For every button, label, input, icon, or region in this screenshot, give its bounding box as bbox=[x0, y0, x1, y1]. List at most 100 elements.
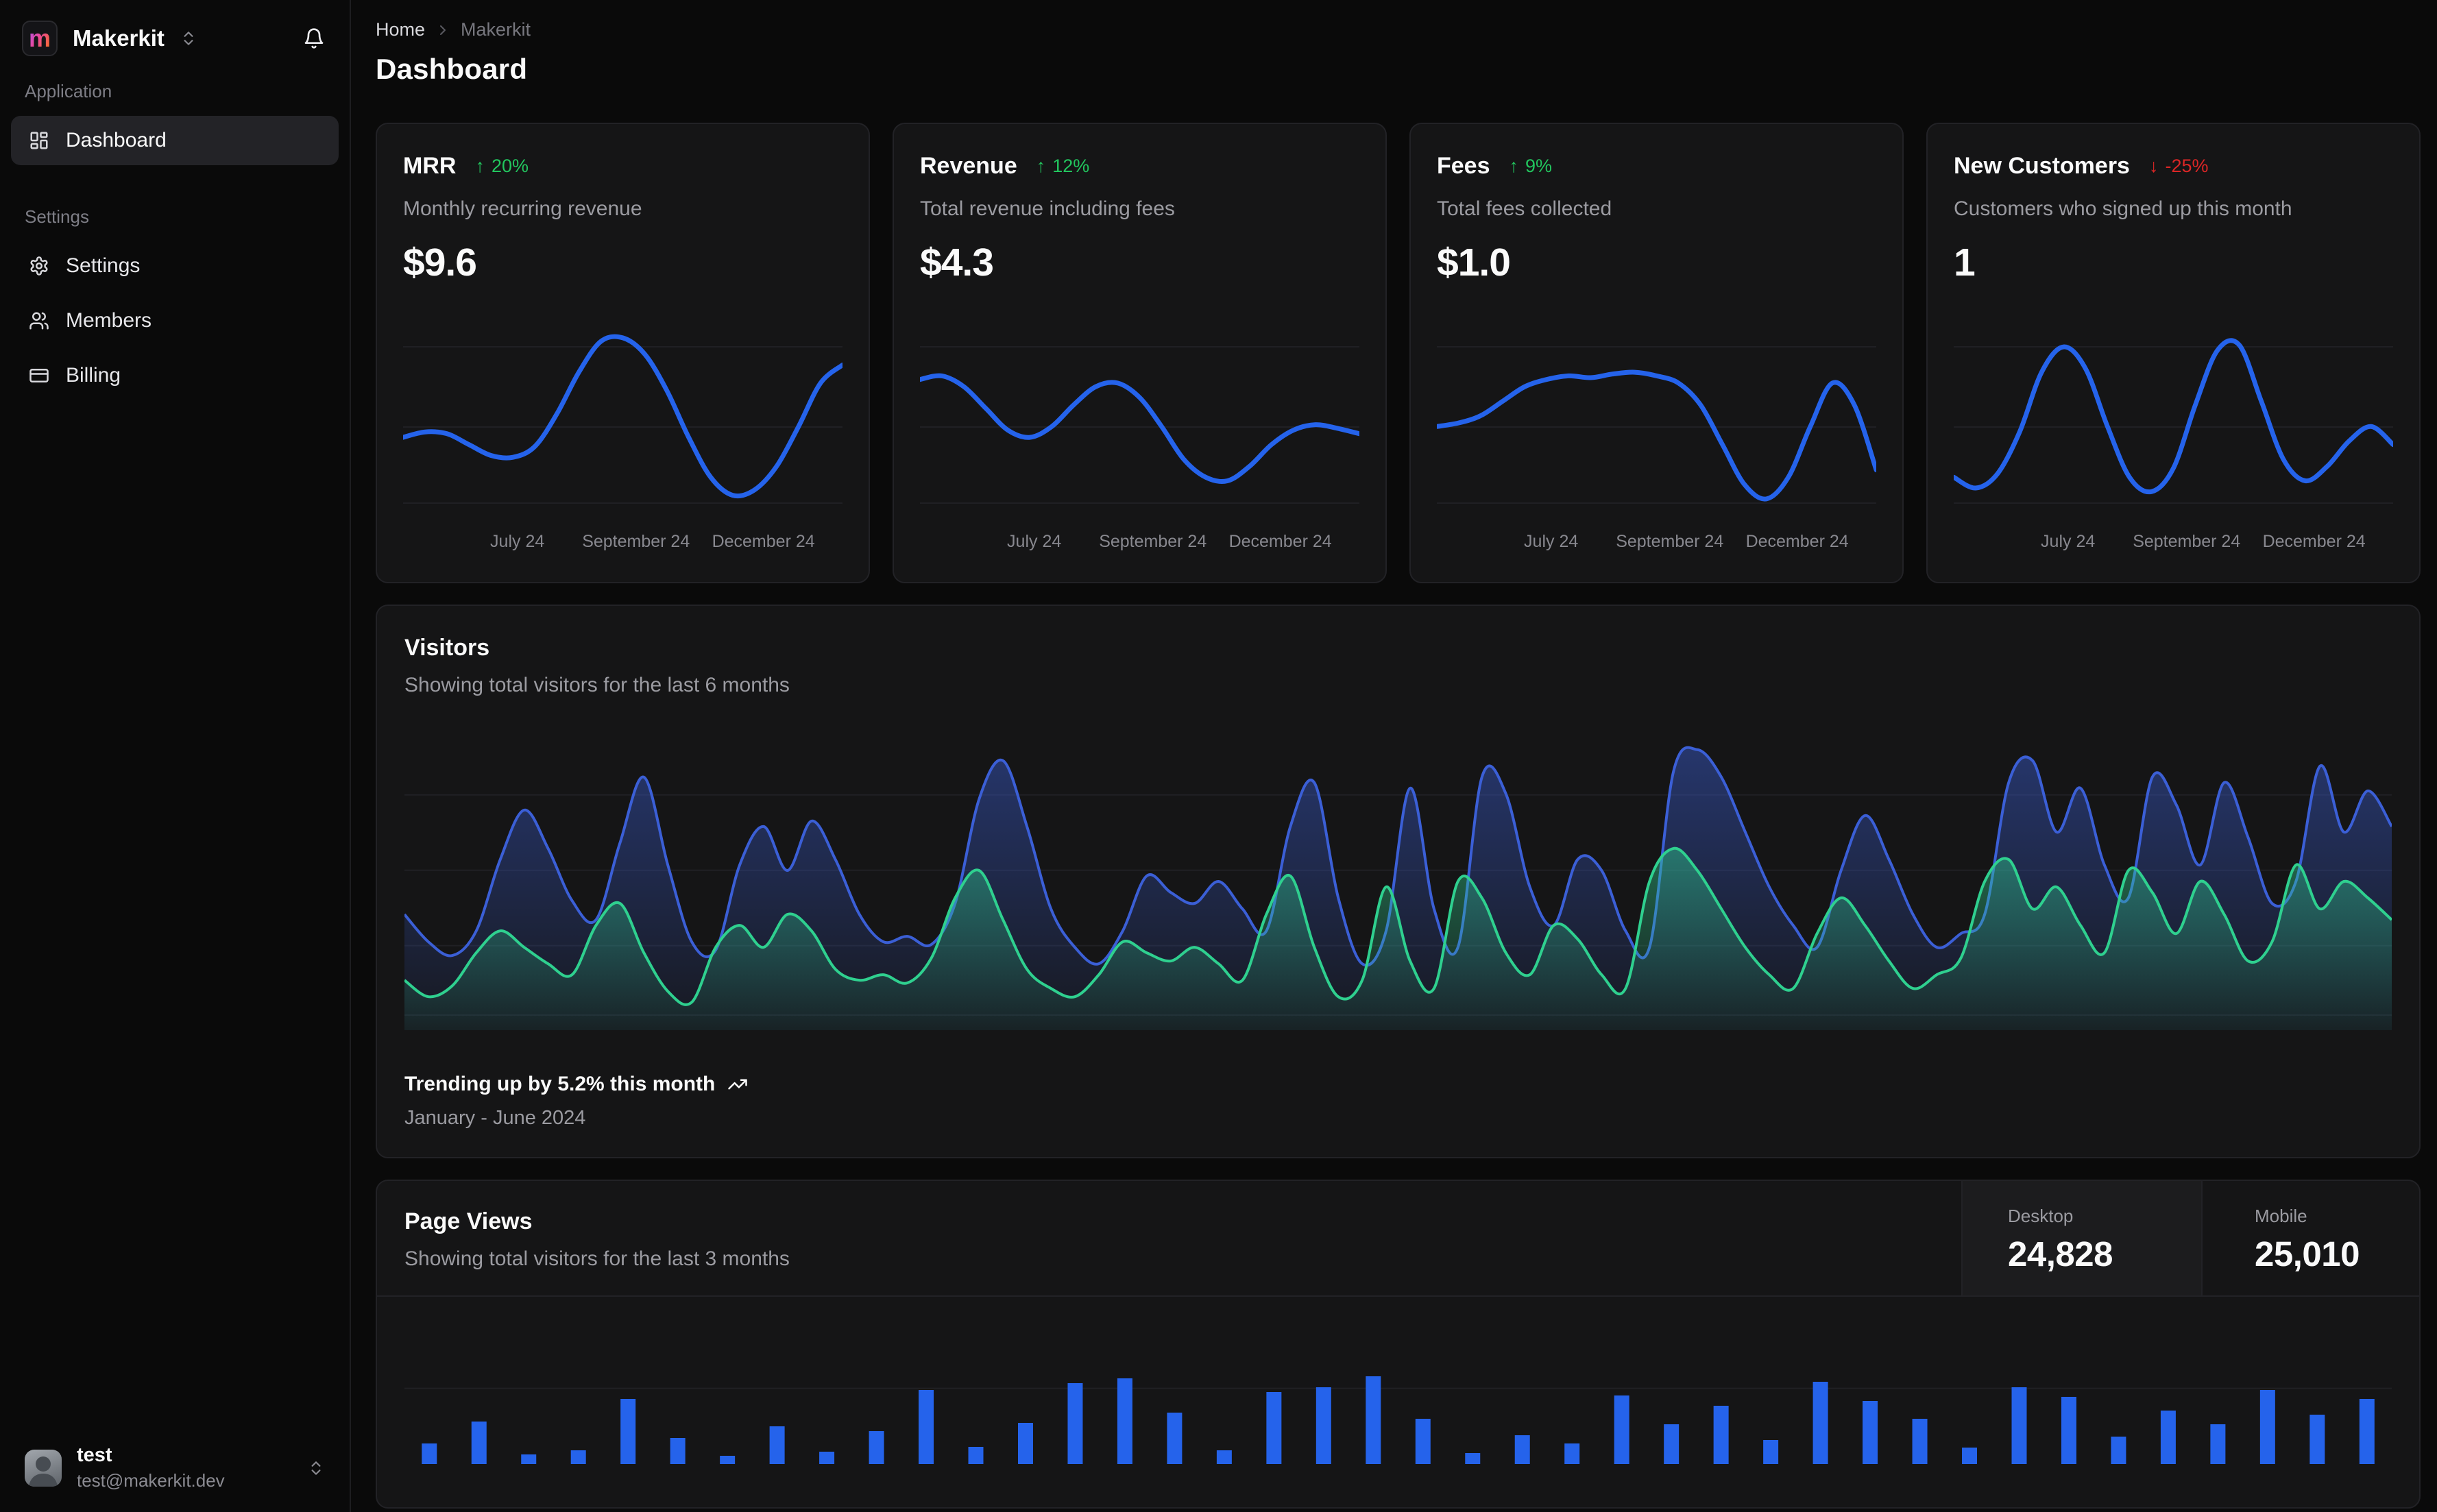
breadcrumb-current: Makerkit bbox=[461, 19, 531, 40]
stat-value: $9.6 bbox=[403, 241, 477, 284]
user-name: test bbox=[77, 1444, 112, 1466]
user-info: test test@makerkit.dev bbox=[77, 1444, 225, 1491]
sidebar: m Makerkit Application Dashboard Setting… bbox=[0, 0, 351, 1512]
x-axis-labels: July 24 September 24 December 24 bbox=[403, 532, 842, 557]
page-views-tabs: Desktop 24,828 Mobile 25,010 bbox=[1961, 1181, 2419, 1295]
trend-up-icon: ↑ bbox=[1036, 156, 1046, 176]
stat-title: MRR bbox=[403, 153, 457, 179]
gear-icon bbox=[30, 256, 48, 276]
x-axis-labels: July 24 September 24 December 24 bbox=[1437, 532, 1876, 557]
stat-description: Total fees collected bbox=[1437, 197, 1612, 220]
avatar bbox=[25, 1449, 62, 1487]
chevron-right-icon bbox=[435, 22, 451, 38]
fees-sparkline-chart bbox=[1434, 346, 1879, 504]
tab-label: Mobile bbox=[2255, 1206, 2307, 1226]
sidebar-item-label: Members bbox=[66, 309, 152, 332]
trend-badge: ↑ 20% bbox=[475, 156, 529, 177]
stat-description: Monthly recurring revenue bbox=[403, 197, 642, 220]
sidebar-item-label: Dashboard bbox=[66, 129, 167, 151]
user-menu[interactable]: test test@makerkit.dev bbox=[0, 1424, 350, 1512]
sidebar-item-settings[interactable]: Settings bbox=[11, 241, 339, 291]
trending-up-icon bbox=[728, 1079, 748, 1090]
stat-description: Total revenue including fees bbox=[920, 197, 1175, 220]
breadcrumb-home[interactable]: Home bbox=[376, 19, 425, 40]
tab-desktop[interactable]: Desktop 24,828 bbox=[1961, 1181, 2201, 1295]
chevrons-up-down-icon bbox=[307, 1459, 325, 1477]
page-views-title: Page Views bbox=[404, 1208, 533, 1234]
stat-card-fees: Fees ↑ 9% Total fees collected $1.0 July… bbox=[1409, 123, 1904, 583]
axis-label: September 24 bbox=[1099, 532, 1207, 551]
trend-down-icon: ↓ bbox=[2148, 156, 2159, 176]
trend-up-icon: ↑ bbox=[475, 156, 485, 176]
visitors-area-chart bbox=[403, 746, 2393, 1030]
trend-value: 12% bbox=[1052, 156, 1090, 176]
axis-label: September 24 bbox=[1616, 532, 1724, 551]
stat-card-new-customers: New Customers ↓ -25% Customers who signe… bbox=[1926, 123, 2421, 583]
axis-label: July 24 bbox=[490, 532, 545, 551]
revenue-sparkline-chart bbox=[917, 346, 1362, 504]
workspace-selector[interactable]: m Makerkit bbox=[0, 0, 350, 60]
tab-mobile[interactable]: Mobile 25,010 bbox=[2201, 1181, 2419, 1295]
trend-badge: ↓ -25% bbox=[2149, 156, 2209, 177]
sidebar-item-dashboard[interactable]: Dashboard bbox=[11, 116, 339, 165]
stat-description: Customers who signed up this month bbox=[1954, 197, 2292, 220]
trend-badge: ↑ 12% bbox=[1036, 156, 1090, 177]
customers-sparkline-chart bbox=[1951, 338, 2396, 504]
axis-label: December 24 bbox=[1228, 532, 1332, 551]
stat-title: Fees bbox=[1437, 153, 1490, 179]
x-axis-labels: July 24 September 24 December 24 bbox=[1954, 532, 2393, 557]
stat-value: 1 bbox=[1954, 241, 1976, 284]
stat-title: Revenue bbox=[920, 153, 1017, 179]
trend-value: -25% bbox=[2165, 156, 2209, 176]
page-views-subtitle: Showing total visitors for the last 3 mo… bbox=[404, 1247, 790, 1270]
app-root: m Makerkit Application Dashboard Setting… bbox=[0, 0, 2437, 1512]
axis-label: September 24 bbox=[2133, 532, 2241, 551]
visitors-trend-text: Trending up by 5.2% this month bbox=[404, 1073, 716, 1095]
bell-icon[interactable] bbox=[303, 27, 325, 49]
dashboard-grid-icon bbox=[30, 132, 48, 149]
axis-label: September 24 bbox=[582, 532, 690, 551]
stat-title: New Customers bbox=[1954, 153, 2130, 179]
sidebar-item-label: Billing bbox=[66, 364, 121, 387]
sidebar-item-billing[interactable]: Billing bbox=[11, 351, 339, 400]
workspace-name: Makerkit bbox=[73, 25, 165, 51]
breadcrumb: Home Makerkit bbox=[376, 19, 2421, 40]
credit-card-icon bbox=[29, 369, 49, 382]
tab-value: 24,828 bbox=[2008, 1234, 2113, 1273]
stat-card-revenue: Revenue ↑ 12% Total revenue including fe… bbox=[893, 123, 1387, 583]
mrr-sparkline-chart bbox=[400, 334, 845, 504]
page-views-card: Page Views Showing total visitors for th… bbox=[376, 1180, 2421, 1509]
user-email: test@makerkit.dev bbox=[77, 1470, 225, 1491]
main-content: Home Makerkit Dashboard MRR ↑ 20% Monthl… bbox=[351, 0, 2437, 1512]
stat-card-mrr: MRR ↑ 20% Monthly recurring revenue $9.6… bbox=[376, 123, 870, 583]
sidebar-item-label: Settings bbox=[66, 254, 141, 277]
sidebar-section-settings: Settings bbox=[25, 206, 89, 227]
page-views-header: Page Views Showing total visitors for th… bbox=[377, 1181, 2419, 1297]
x-axis-labels: July 24 September 24 December 24 bbox=[920, 532, 1359, 557]
chevrons-up-down-icon bbox=[180, 29, 197, 47]
trend-up-icon: ↑ bbox=[1509, 156, 1519, 176]
visitors-card: Visitors Showing total visitors for the … bbox=[376, 605, 2421, 1158]
visitors-date-range: January - June 2024 bbox=[404, 1107, 586, 1129]
trend-value: 9% bbox=[1525, 156, 1553, 176]
stat-value: $4.3 bbox=[920, 241, 994, 284]
axis-label: July 24 bbox=[1524, 532, 1579, 551]
sidebar-item-members[interactable]: Members bbox=[11, 296, 339, 345]
axis-label: December 24 bbox=[712, 532, 815, 551]
users-icon bbox=[29, 312, 49, 330]
stat-value: $1.0 bbox=[1437, 241, 1511, 284]
axis-label: July 24 bbox=[1007, 532, 1062, 551]
axis-label: July 24 bbox=[2041, 532, 2096, 551]
sidebar-section-application: Application bbox=[25, 81, 112, 101]
tab-value: 25,010 bbox=[2255, 1234, 2360, 1273]
tab-label: Desktop bbox=[2008, 1206, 2074, 1226]
visitors-title: Visitors bbox=[404, 635, 490, 661]
page-title: Dashboard bbox=[376, 53, 528, 85]
makerkit-logo: m bbox=[22, 21, 58, 56]
page-views-bar-chart bbox=[404, 1376, 2392, 1505]
axis-label: December 24 bbox=[1745, 532, 1849, 551]
logo-letter: m bbox=[28, 24, 51, 52]
axis-label: December 24 bbox=[2262, 532, 2366, 551]
stat-cards-grid: MRR ↑ 20% Monthly recurring revenue $9.6… bbox=[376, 123, 2421, 583]
visitors-subtitle: Showing total visitors for the last 6 mo… bbox=[404, 674, 790, 696]
